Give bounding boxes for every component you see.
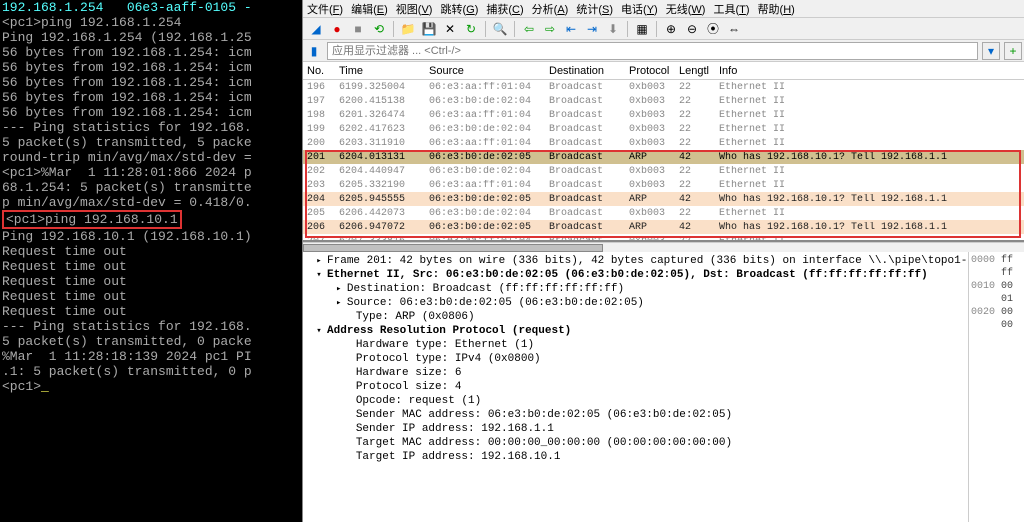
separator — [485, 21, 486, 37]
eth-dst[interactable]: Destination: Broadcast (ff:ff:ff:ff:ff:f… — [303, 282, 968, 296]
packet-hscroll[interactable] — [303, 242, 1024, 252]
menu-item[interactable]: 帮助(H) — [758, 1, 795, 17]
packet-row[interactable]: 2006203.31191006:e3:aa:ff:01:04Broadcast… — [303, 136, 1024, 150]
packet-row[interactable]: 2016204.01313106:e3:b0:de:02:05Broadcast… — [303, 150, 1024, 164]
col-info[interactable]: Info — [715, 65, 1024, 77]
arp-sender-ip[interactable]: Sender IP address: 192.168.1.1 — [303, 422, 968, 436]
open-icon[interactable]: 📁 — [399, 20, 417, 38]
go-forward-icon[interactable]: ⇨ — [541, 20, 559, 38]
col-no[interactable]: No. — [303, 65, 335, 77]
go-back-icon[interactable]: ⇦ — [520, 20, 538, 38]
reload-icon[interactable]: ↻ — [462, 20, 480, 38]
menu-item[interactable]: 电话(Y) — [621, 1, 658, 17]
stop-capture-icon[interactable]: ■ — [349, 20, 367, 38]
menu-item[interactable]: 分析(A) — [532, 1, 569, 17]
col-source[interactable]: Source — [425, 65, 545, 77]
arp-hwsize[interactable]: Hardware size: 6 — [303, 366, 968, 380]
packet-row[interactable]: 2076207.33381606:e3:aa:ff:01:04Broadcast… — [303, 234, 1024, 242]
arp-target-ip[interactable]: Target IP address: 192.168.10.1 — [303, 450, 968, 464]
auto-scroll-icon[interactable]: ⬇ — [604, 20, 622, 38]
hex-row: 0000ff ff — [971, 254, 1022, 280]
packet-row[interactable]: 2036205.33219006:e3:aa:ff:01:04Broadcast… — [303, 178, 1024, 192]
terminal-panel[interactable]: 192.168.1.254 06e3-aaff-0105 -<pc1>ping … — [0, 0, 302, 522]
find-icon[interactable]: 🔍 — [491, 20, 509, 38]
packet-list-pane[interactable]: No. Time Source Destination Protocol Len… — [303, 62, 1024, 242]
menu-bar: 文件(F) 编辑(E) 视图(V) 跳转(G) 捕获(C) 分析(A) 统计(S) 电话(Y)… — [303, 0, 1024, 18]
wireshark-panel: 文件(F) 编辑(E) 视图(V) 跳转(G) 捕获(C) 分析(A) 统计(S) 电话(Y)… — [302, 0, 1024, 522]
separator — [393, 21, 394, 37]
packet-row[interactable]: 2046205.94555506:e3:b0:de:02:05Broadcast… — [303, 192, 1024, 206]
restart-capture-icon[interactable]: ⟲ — [370, 20, 388, 38]
menu-item[interactable]: 跳转(G) — [440, 1, 478, 17]
menu-item[interactable]: 文件(F) — [307, 1, 343, 17]
packet-bytes-pane[interactable]: 0000ff ff 001000 01 002000 00 — [968, 252, 1024, 522]
go-first-icon[interactable]: ⇤ — [562, 20, 580, 38]
col-protocol[interactable]: Protocol — [625, 65, 675, 77]
display-filter-input[interactable] — [327, 42, 978, 60]
menu-item[interactable]: 统计(S) — [576, 1, 613, 17]
packet-row[interactable]: 2026204.44094706:e3:b0:de:02:04Broadcast… — [303, 164, 1024, 178]
start-capture-icon[interactable]: ● — [328, 20, 346, 38]
packet-row[interactable]: 1986201.32647406:e3:aa:ff:01:04Broadcast… — [303, 108, 1024, 122]
shark-icon[interactable]: ◢ — [307, 20, 325, 38]
arp-target-mac[interactable]: Target MAC address: 00:00:00_00:00:00 (0… — [303, 436, 968, 450]
packet-row[interactable]: 2066206.94707206:e3:b0:de:02:05Broadcast… — [303, 220, 1024, 234]
arp-sender-mac[interactable]: Sender MAC address: 06:e3:b0:de:02:05 (0… — [303, 408, 968, 422]
scrollbar-thumb[interactable] — [303, 244, 603, 252]
expression-icon[interactable]: ▾ — [982, 42, 1000, 60]
go-last-icon[interactable]: ⇥ — [583, 20, 601, 38]
frame-summary[interactable]: Frame 201: 42 bytes on wire (336 bits), … — [303, 254, 968, 268]
arp-opcode[interactable]: Opcode: request (1) — [303, 394, 968, 408]
eth-header[interactable]: Ethernet II, Src: 06:e3:b0:de:02:05 (06:… — [303, 268, 968, 282]
bookmark-icon[interactable]: ▮ — [305, 42, 323, 60]
packet-row[interactable]: 2056206.44207306:e3:b0:de:02:04Broadcast… — [303, 206, 1024, 220]
hex-row: 001000 01 — [971, 280, 1022, 306]
menu-item[interactable]: 工具(T) — [713, 1, 749, 17]
separator — [656, 21, 657, 37]
zoom-out-icon[interactable]: ⊖ — [683, 20, 701, 38]
separator — [514, 21, 515, 37]
colorize-icon[interactable]: ▦ — [633, 20, 651, 38]
arp-hwtype[interactable]: Hardware type: Ethernet (1) — [303, 338, 968, 352]
zoom-reset-icon[interactable]: ⦿ — [704, 20, 722, 38]
packet-row[interactable]: 1966199.32500406:e3:aa:ff:01:04Broadcast… — [303, 80, 1024, 94]
packet-list-header: No. Time Source Destination Protocol Len… — [303, 62, 1024, 80]
close-icon[interactable]: ✕ — [441, 20, 459, 38]
arp-ptype[interactable]: Protocol type: IPv4 (0x0800) — [303, 352, 968, 366]
resize-columns-icon[interactable]: ⇔ — [725, 20, 743, 38]
save-icon[interactable]: 💾 — [420, 20, 438, 38]
packet-row[interactable]: 1996202.41762306:e3:b0:de:02:04Broadcast… — [303, 122, 1024, 136]
menu-item[interactable]: 编辑(E) — [351, 1, 388, 17]
col-destination[interactable]: Destination — [545, 65, 625, 77]
toolbar: ◢ ● ■ ⟲ 📁 💾 ✕ ↻ 🔍 ⇦ ⇨ ⇤ ⇥ ⬇ ▦ ⊕ ⊖ ⦿ ⇔ — [303, 18, 1024, 40]
packet-row[interactable]: 1976200.41513806:e3:b0:de:02:04Broadcast… — [303, 94, 1024, 108]
zoom-in-icon[interactable]: ⊕ — [662, 20, 680, 38]
eth-src[interactable]: Source: 06:e3:b0:de:02:05 (06:e3:b0:de:0… — [303, 296, 968, 310]
menu-item[interactable]: 视图(V) — [396, 1, 433, 17]
arp-psize[interactable]: Protocol size: 4 — [303, 380, 968, 394]
hex-row: 002000 00 — [971, 306, 1022, 332]
filter-bar: ▮ ▾ + — [303, 40, 1024, 62]
col-time[interactable]: Time — [335, 65, 425, 77]
packet-details-pane[interactable]: Frame 201: 42 bytes on wire (336 bits), … — [303, 252, 968, 522]
col-length[interactable]: Lengtl — [675, 65, 715, 77]
menu-item[interactable]: 无线(W) — [666, 1, 706, 17]
eth-type[interactable]: Type: ARP (0x0806) — [303, 310, 968, 324]
add-filter-icon[interactable]: + — [1004, 42, 1022, 60]
menu-item[interactable]: 捕获(C) — [486, 1, 523, 17]
bottom-split: Frame 201: 42 bytes on wire (336 bits), … — [303, 252, 1024, 522]
separator — [627, 21, 628, 37]
arp-header[interactable]: Address Resolution Protocol (request) — [303, 324, 968, 338]
